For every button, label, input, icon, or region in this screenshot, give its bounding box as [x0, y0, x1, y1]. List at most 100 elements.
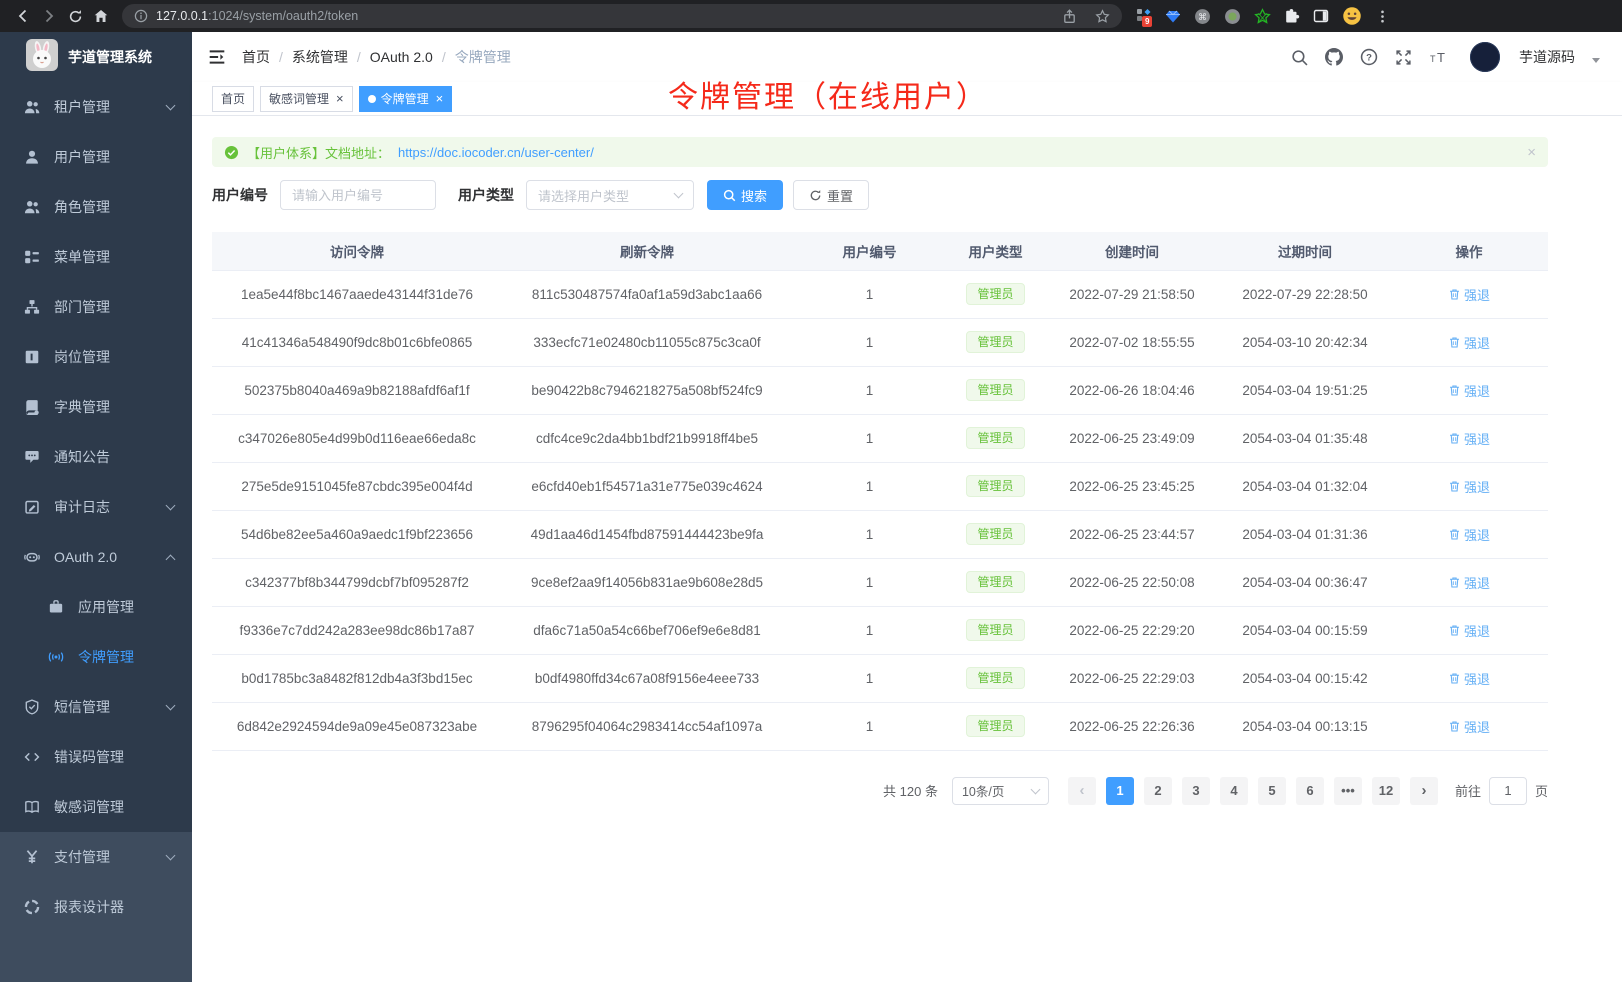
url-bar[interactable]: 127.0.0.1:1024/system/oauth2/token [122, 4, 1122, 28]
alert-close-icon[interactable]: × [1527, 144, 1536, 161]
page-button-5[interactable]: 5 [1258, 777, 1286, 805]
extension-blocks-icon[interactable]: 9 [1136, 8, 1152, 24]
filter-form: 用户编号 用户类型 请选择用户类型 搜索 [212, 180, 1548, 210]
sidebar-item-角色管理[interactable]: 角色管理 [0, 182, 192, 232]
user-type-badge: 管理员 [966, 331, 1024, 353]
page-button-3[interactable]: 3 [1182, 777, 1210, 805]
force-logout-button[interactable]: 强退 [1448, 285, 1490, 304]
sidebar-item-错误码管理[interactable]: 错误码管理 [0, 732, 192, 782]
refresh-token-cell: 49d1aa46d1454fbd87591444423be9fa [502, 510, 792, 558]
app-logo-row[interactable]: 芋道管理系统 [0, 32, 192, 82]
access-token-cell: 275e5de9151045fe87cbdc395e004f4d [212, 462, 502, 510]
page-size-select[interactable]: 10条/页 [952, 777, 1049, 805]
help-icon[interactable]: ? [1360, 48, 1378, 66]
github-icon[interactable] [1325, 48, 1343, 66]
total-count: 共 120 条 [883, 781, 938, 800]
page-button-4[interactable]: 4 [1220, 777, 1248, 805]
column-header: 用户编号 [792, 232, 947, 270]
page-button-6[interactable]: 6 [1296, 777, 1324, 805]
breadcrumb-home[interactable]: 首页 [242, 47, 270, 67]
search-icon[interactable] [1291, 49, 1308, 66]
breadcrumb-oauth[interactable]: OAuth 2.0 [370, 49, 433, 65]
command-extension-icon[interactable]: ⌘ [1194, 8, 1211, 25]
sidebar-item-审计日志[interactable]: 审计日志 [0, 482, 192, 532]
alert-doc-link[interactable]: https://doc.iocoder.cn/user-center/ [398, 145, 594, 160]
refresh-token-cell: cdfc4ce9c2da4bb1bdf21b9918ff4be5 [502, 414, 792, 462]
force-logout-button[interactable]: 强退 [1448, 477, 1490, 496]
sidebar-item-租户管理[interactable]: 租户管理 [0, 82, 192, 132]
sidebar-item-OAuth 2.0[interactable]: OAuth 2.0 [0, 532, 192, 582]
sidebar-item-支付管理[interactable]: 支付管理 [0, 832, 192, 882]
more-pages-button[interactable]: ••• [1334, 777, 1362, 805]
profile-emoji-icon[interactable] [1342, 6, 1362, 26]
expire-time-cell: 2054-03-04 00:15:59 [1220, 606, 1390, 654]
next-page-button[interactable]: › [1410, 777, 1438, 805]
create-time-cell: 2022-06-25 22:29:20 [1044, 606, 1220, 654]
record-dot-extension-icon[interactable] [1224, 8, 1241, 25]
green-star-extension-icon[interactable] [1254, 8, 1271, 25]
sidebar-item-label: 字典管理 [54, 397, 110, 417]
column-header: 刷新令牌 [502, 232, 792, 270]
sidebar-item-应用管理[interactable]: 应用管理 [0, 582, 192, 632]
close-tab-icon[interactable]: × [436, 92, 444, 105]
sidebar-item-通知公告[interactable]: 通知公告 [0, 432, 192, 482]
sidebar-item-用户管理[interactable]: 用户管理 [0, 132, 192, 182]
page-button-1[interactable]: 1 [1106, 777, 1134, 805]
browser-reload-icon[interactable] [62, 3, 88, 29]
menu-tree-icon [24, 249, 41, 265]
force-logout-button[interactable]: 强退 [1448, 525, 1490, 544]
breadcrumb-system[interactable]: 系统管理 [292, 47, 348, 67]
puzzle-extensions-icon[interactable] [1284, 8, 1300, 24]
sidebar-item-报表设计器[interactable]: 报表设计器 [0, 882, 192, 932]
force-logout-button[interactable]: 强退 [1448, 429, 1490, 448]
force-logout-button[interactable]: 强退 [1448, 381, 1490, 400]
force-logout-button[interactable]: 强退 [1448, 717, 1490, 736]
sidebar-item-字典管理[interactable]: 字典管理 [0, 382, 192, 432]
tab-home[interactable]: 首页 [212, 86, 254, 112]
bookmark-star-icon[interactable] [1095, 9, 1110, 24]
side-panel-icon[interactable] [1313, 8, 1329, 24]
force-logout-button[interactable]: 强退 [1448, 669, 1490, 688]
reset-button[interactable]: 重置 [793, 180, 869, 210]
prev-page-button[interactable]: ‹ [1068, 777, 1096, 805]
sidebar-collapse-icon[interactable] [208, 48, 226, 66]
sidebar-item-短信管理[interactable]: 短信管理 [0, 682, 192, 732]
user-avatar[interactable] [1470, 42, 1500, 72]
tab-sensitive-word[interactable]: 敏感词管理 × [260, 86, 353, 112]
search-button[interactable]: 搜索 [707, 180, 783, 210]
pagination: 共 120 条 10条/页 ‹ 123456•••12 › 前往 页 [212, 777, 1548, 805]
browser-forward-icon[interactable] [36, 3, 62, 29]
tab-token-active[interactable]: 令牌管理 × [359, 86, 453, 112]
goto-page-input[interactable] [1489, 777, 1527, 805]
user-type-select[interactable]: 请选择用户类型 [526, 180, 694, 210]
gem-extension-icon[interactable] [1165, 8, 1181, 24]
user-menu-caret-icon[interactable] [1592, 58, 1600, 63]
trash-icon [1448, 720, 1461, 733]
force-logout-button[interactable]: 强退 [1448, 333, 1490, 352]
browser-menu-kebab-icon[interactable] [1375, 9, 1390, 24]
page-button-12[interactable]: 12 [1372, 777, 1400, 805]
browser-home-icon[interactable] [88, 3, 114, 29]
expire-time-cell: 2022-07-29 22:28:50 [1220, 270, 1390, 318]
sidebar-item-敏感词管理[interactable]: 敏感词管理 [0, 782, 192, 832]
user-type-badge: 管理员 [966, 619, 1024, 641]
access-token-cell: 1ea5e44f8bc1467aaede43144f31de76 [212, 270, 502, 318]
sidebar-item-岗位管理[interactable]: 岗位管理 [0, 332, 192, 382]
page-button-2[interactable]: 2 [1144, 777, 1172, 805]
user-id-input[interactable] [280, 180, 436, 210]
close-tab-icon[interactable]: × [336, 92, 344, 105]
font-size-icon[interactable]: TT [1429, 49, 1449, 66]
sidebar-item-label: 菜单管理 [54, 247, 110, 267]
sidebar-item-部门管理[interactable]: 部门管理 [0, 282, 192, 332]
share-icon[interactable] [1062, 9, 1077, 24]
chevron-down-icon [166, 501, 176, 511]
force-logout-button[interactable]: 强退 [1448, 621, 1490, 640]
sidebar-item-菜单管理[interactable]: 菜单管理 [0, 232, 192, 282]
user-name[interactable]: 芋道源码 [1519, 47, 1575, 67]
sidebar-item-令牌管理[interactable]: 令牌管理 [0, 632, 192, 682]
browser-back-icon[interactable] [10, 3, 36, 29]
site-info-icon[interactable] [134, 9, 148, 23]
user-type-badge: 管理员 [966, 427, 1024, 449]
fullscreen-icon[interactable] [1395, 49, 1412, 66]
force-logout-button[interactable]: 强退 [1448, 573, 1490, 592]
